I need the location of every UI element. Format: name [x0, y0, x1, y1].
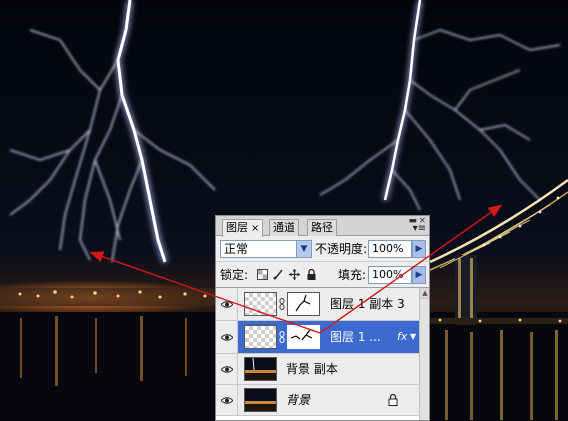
fill-value: 100% — [372, 268, 404, 281]
eye-icon[interactable] — [221, 300, 233, 309]
tab-layers[interactable]: 图层 × — [222, 219, 264, 237]
lock-fill-row: 锁定: 填充: 100% ▶ — [216, 262, 429, 288]
link-icon[interactable] — [279, 298, 285, 310]
chevron-down-icon: ▼ — [296, 241, 311, 257]
lock-image-pixels-icon[interactable] — [273, 269, 284, 280]
layer-row[interactable]: 背景 — [216, 385, 419, 416]
panel-menu-icon[interactable]: ▾≡ — [413, 224, 426, 234]
layer-mask-thumbnail — [287, 325, 320, 349]
layer-name: 图层 1 ... — [330, 330, 381, 344]
fill-slider-arrow-icon[interactable]: ▶ — [412, 266, 426, 284]
panel-tab-bar: 图层 × 通道 路径 ▬ × ▾≡ — [216, 216, 429, 237]
visibility-cell — [216, 288, 238, 320]
opacity-label: 不透明度: — [315, 242, 368, 256]
fill-input[interactable]: 100% — [368, 266, 412, 284]
blend-mode-select[interactable]: 正常 ▼ — [220, 240, 312, 258]
scroll-up-icon[interactable]: ▲ — [420, 288, 429, 299]
visibility-cell — [216, 354, 238, 384]
tab-paths[interactable]: 路径 — [307, 219, 337, 236]
tab-layers-label: 图层 — [226, 221, 248, 234]
lock-position-icon[interactable] — [289, 269, 300, 280]
layer-name: 背景 — [286, 393, 311, 407]
layer-row[interactable]: 背景 副本 — [216, 354, 419, 385]
layer-thumbnail — [244, 292, 277, 316]
layer-lock-icon — [388, 394, 398, 406]
layer-effects-icon[interactable]: fx — [397, 331, 407, 343]
eye-icon[interactable] — [221, 365, 233, 374]
layer-name: 背景 副本 — [286, 362, 338, 376]
layer-mask-thumbnail — [287, 292, 320, 316]
visibility-cell — [216, 321, 238, 353]
layer-thumbnail — [244, 325, 277, 349]
tab-channels-label: 通道 — [273, 221, 295, 234]
blend-mode-value: 正常 — [224, 242, 249, 256]
eye-icon[interactable] — [221, 333, 233, 342]
opacity-input[interactable]: 100% — [368, 240, 412, 258]
opacity-value: 100% — [372, 242, 404, 255]
lock-transparent-pixels-icon[interactable] — [257, 269, 268, 280]
layers-list: 图层 1 副本 3 图层 1 ... fx ▼ 背景 副本 背景 — [216, 288, 419, 420]
layer-name: 图层 1 副本 3 — [330, 297, 405, 311]
layer-thumbnail — [244, 388, 277, 412]
layer-row-selected[interactable]: 图层 1 ... fx ▼ — [216, 321, 419, 354]
fill-label: 填充: — [338, 268, 367, 282]
tab-paths-label: 路径 — [311, 221, 333, 234]
layers-panel: 图层× 通道 路径 ▬ × ▾≡ 正常 ▼ 不透明度: 100% ▶ 锁定: — [215, 215, 430, 421]
tab-close-icon[interactable]: × — [251, 223, 259, 234]
tab-channels[interactable]: 通道 — [269, 219, 299, 236]
layer-row[interactable]: 图层 1 副本 3 — [216, 288, 419, 321]
layer-thumbnail — [244, 357, 277, 381]
layers-scrollbar[interactable]: ▲ — [419, 288, 429, 420]
visibility-cell — [216, 385, 238, 415]
expand-effects-icon[interactable]: ▼ — [410, 333, 416, 341]
opacity-slider-arrow-icon[interactable]: ▶ — [412, 240, 426, 258]
link-icon[interactable] — [279, 331, 285, 343]
blend-opacity-row: 正常 ▼ 不透明度: 100% ▶ — [216, 236, 429, 262]
lock-all-icon[interactable] — [306, 269, 317, 280]
eye-icon[interactable] — [221, 396, 233, 405]
lock-label: 锁定: — [220, 268, 249, 282]
